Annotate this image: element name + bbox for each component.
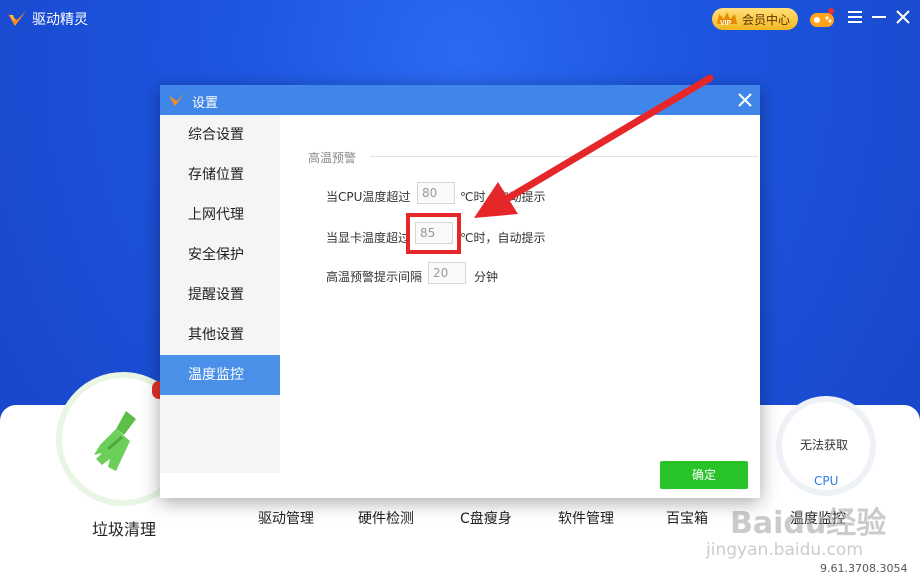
baidu-watermark-url: jingyan.baidu.com — [706, 540, 863, 560]
close-icon[interactable] — [896, 10, 910, 24]
settings-dialog: 设置 综合设置 存储位置 上网代理 安全保护 提醒设置 其他设置 温度监控 高温… — [160, 85, 760, 498]
dialog-close-icon[interactable] — [738, 93, 752, 107]
section-title: 高温预警 — [308, 151, 357, 165]
baidu-watermark: Baidu经验 — [730, 506, 887, 541]
clean-label: 垃圾清理 — [92, 520, 157, 539]
interval-label: 高温预警提示间隔 — [326, 270, 423, 284]
sidebar-item-security[interactable]: 安全保护 — [160, 235, 280, 275]
settings-sidebar: 综合设置 存储位置 上网代理 安全保护 提醒设置 其他设置 温度监控 — [160, 115, 280, 473]
broom-icon — [94, 411, 136, 471]
sidebar-item-temperature[interactable]: 温度监控 — [160, 355, 280, 395]
sidebar-item-reminder[interactable]: 提醒设置 — [160, 275, 280, 315]
cpu-status-text: 无法获取 — [800, 438, 849, 452]
interval-input[interactable]: 20 — [428, 262, 466, 284]
nav-driver-management[interactable]: 驱动管理 — [258, 508, 314, 528]
sidebar-item-proxy[interactable]: 上网代理 — [160, 195, 280, 235]
cpu-threshold-input[interactable]: 80 — [417, 182, 455, 204]
version-text: 9.61.3708.3054 — [820, 562, 908, 575]
section-divider — [370, 156, 758, 157]
dialog-logo-icon — [169, 93, 185, 106]
nav-software-management[interactable]: 软件管理 — [558, 508, 614, 528]
sidebar-item-general[interactable]: 综合设置 — [160, 115, 280, 155]
nav-toolbox[interactable]: 百宝箱 — [666, 508, 708, 528]
vip-center-button[interactable]: VIP 会员中心 — [712, 8, 798, 30]
cpu-threshold-label: 当CPU温度超过 — [326, 190, 411, 204]
cpu-label: CPU — [814, 474, 839, 488]
gpu-threshold-label: 当显卡温度超过 — [326, 231, 411, 245]
sidebar-item-other[interactable]: 其他设置 — [160, 315, 280, 355]
ok-button[interactable]: 确定 — [660, 461, 748, 489]
nav-hardware-detection[interactable]: 硬件检测 — [358, 508, 414, 528]
sidebar-item-storage[interactable]: 存储位置 — [160, 155, 280, 195]
minimize-icon[interactable] — [872, 10, 886, 24]
gpu-threshold-suffix: ℃时，自动提示 — [460, 231, 546, 245]
dialog-title: 设置 — [192, 96, 219, 111]
nav-c-drive-slim[interactable]: C盘瘦身 — [460, 508, 512, 528]
interval-suffix: 分钟 — [474, 270, 499, 284]
annotation-highlight-box — [406, 213, 461, 254]
dialog-title-bar — [160, 85, 760, 115]
vip-crown-icon: VIP — [717, 12, 737, 27]
app-logo-icon — [8, 11, 26, 26]
menu-icon[interactable] — [848, 10, 862, 24]
cpu-threshold-suffix: ℃时，自动提示 — [460, 190, 546, 204]
vip-center-label: 会员中心 — [742, 12, 791, 27]
app-title: 驱动精灵 — [32, 12, 88, 28]
svg-text:VIP: VIP — [720, 20, 732, 27]
gamepad-icon[interactable] — [808, 6, 836, 30]
